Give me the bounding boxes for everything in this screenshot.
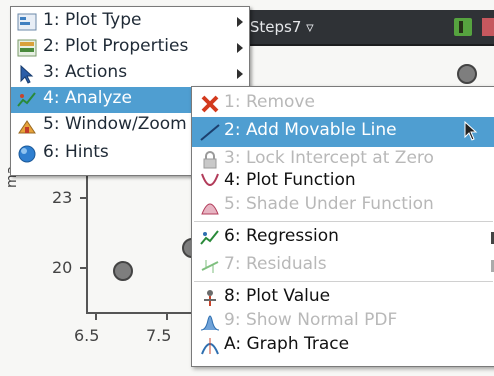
menu-item-label: 3: Actions bbox=[43, 62, 128, 82]
submenu-item-label: 6: Regression bbox=[224, 226, 339, 246]
close-icon[interactable] bbox=[482, 18, 494, 36]
submenu-item-label: 4: Plot Function bbox=[224, 170, 356, 190]
menu-item-actions[interactable]: 3: Actions bbox=[11, 61, 249, 87]
x-tick-label: 7.5 bbox=[146, 326, 172, 345]
y-tick-mark bbox=[80, 267, 88, 269]
submenu-item-label: 1: Remove bbox=[224, 92, 315, 112]
graph-trace-icon bbox=[200, 336, 220, 356]
submenu-item-add-movable-line[interactable]: 2: Add Movable Line bbox=[192, 117, 494, 147]
submenu-item-residuals[interactable]: 7: Residuals bbox=[192, 251, 494, 281]
document-title[interactable]: tSteps7 ▿ bbox=[244, 18, 314, 36]
residuals-icon bbox=[200, 256, 220, 276]
menu-item-label: 5: Window/Zoom bbox=[43, 114, 187, 134]
remove-icon bbox=[200, 94, 220, 114]
analyze-icon bbox=[17, 90, 37, 110]
movable-line-icon bbox=[200, 122, 220, 142]
separator bbox=[194, 221, 493, 222]
plot-value-icon bbox=[200, 288, 220, 308]
mouse-pointer-icon bbox=[464, 120, 478, 145]
submenu-item-label: 7: Residuals bbox=[224, 254, 327, 274]
hints-icon bbox=[17, 144, 37, 164]
plot-properties-icon bbox=[17, 38, 37, 58]
data-point[interactable] bbox=[457, 64, 477, 84]
submenu-arrow-icon bbox=[237, 69, 243, 79]
menu-item-plot-type[interactable]: 1: Plot Type bbox=[11, 9, 249, 35]
document-title-bar: tSteps7 ▿ bbox=[230, 10, 494, 46]
submenu-item-label: 8: Plot Value bbox=[224, 286, 331, 306]
submenu-item-label: 2: Add Movable Line bbox=[224, 120, 397, 140]
x-axis-line bbox=[86, 312, 196, 314]
shade-function-icon bbox=[200, 196, 220, 216]
menu-item-label: 2: Plot Properties bbox=[43, 36, 189, 56]
submenu-item-graph-trace[interactable]: A: Graph Trace bbox=[192, 331, 494, 361]
regression-icon bbox=[200, 228, 220, 248]
menu-item-plot-properties[interactable]: 2: Plot Properties bbox=[11, 35, 249, 61]
analyze-submenu: 1: Remove 2: Add Movable Line 3: Lock In… bbox=[191, 86, 494, 367]
submenu-item-remove[interactable]: 1: Remove bbox=[192, 89, 494, 119]
submenu-item-regression[interactable]: 6: Regression bbox=[192, 223, 494, 253]
normal-pdf-icon bbox=[200, 312, 220, 332]
battery-icon bbox=[454, 18, 472, 36]
submenu-item-shade-under-function[interactable]: 5: Shade Under Function bbox=[192, 191, 494, 221]
separator bbox=[194, 281, 493, 282]
menu-item-label: 6: Hints bbox=[43, 142, 109, 162]
x-tick-mark bbox=[95, 312, 97, 320]
submenu-arrow-icon bbox=[237, 17, 243, 27]
window-zoom-icon bbox=[17, 116, 37, 136]
plot-function-icon bbox=[200, 172, 220, 192]
y-tick-label: 20 bbox=[52, 258, 73, 277]
plot-type-icon bbox=[17, 12, 37, 32]
actions-cursor-icon bbox=[17, 64, 37, 84]
menu-item-label: 4: Analyze bbox=[43, 88, 132, 108]
x-tick-mark bbox=[166, 312, 168, 320]
submenu-item-label: 3: Lock Intercept at Zero bbox=[224, 148, 434, 168]
x-tick-label: 6.5 bbox=[74, 326, 100, 345]
submenu-arrow-icon bbox=[237, 43, 243, 53]
data-point[interactable] bbox=[113, 261, 133, 281]
submenu-item-label: A: Graph Trace bbox=[224, 334, 350, 354]
y-tick-mark bbox=[80, 197, 88, 199]
submenu-item-label: 9: Show Normal PDF bbox=[224, 310, 398, 330]
submenu-item-label: 5: Shade Under Function bbox=[224, 194, 434, 214]
calculator-screen: ma 23 20 6.5 7.5 lnsnoe tSteps7 ▿ 1: Plo… bbox=[0, 0, 494, 376]
y-tick-label: 23 bbox=[52, 188, 73, 207]
menu-item-label: 1: Plot Type bbox=[43, 10, 142, 30]
